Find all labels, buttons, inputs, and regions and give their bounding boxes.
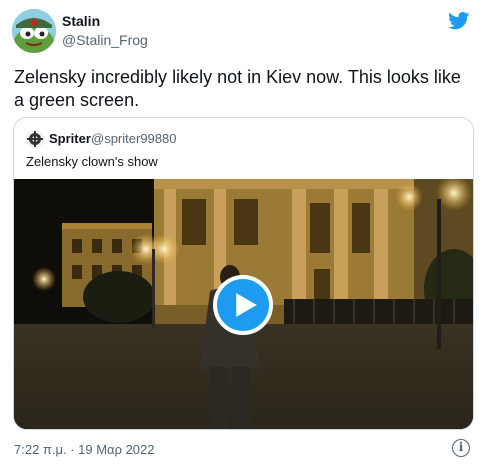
quoted-author-handle[interactable]: @spriter99880 [91,131,176,146]
author-handle[interactable]: @Stalin_Frog [62,32,148,48]
quoted-tweet[interactable]: Spriter @spriter99880 Zelensky clown's s… [13,117,474,430]
tweet-timestamp[interactable]: 7:22 π.μ. · 19 Μαρ 2022 [14,442,155,457]
quoted-avatar[interactable] [26,130,44,148]
author-avatar[interactable] [12,9,56,53]
play-icon [235,293,257,317]
quoted-tweet-text: Zelensky clown's show [26,154,158,169]
play-button[interactable] [213,275,273,335]
frog-avatar-icon [12,9,56,53]
tweet-text: Zelensky incredibly likely not in Kiev n… [14,67,461,110]
tweet-card: Stalin @Stalin_Frog Zelensky incredibly … [0,0,482,465]
twitter-bird-icon[interactable] [448,12,470,30]
quoted-author-name[interactable]: Spriter [49,131,91,146]
info-icon[interactable]: i [452,439,470,457]
spriter-logo-icon [26,130,44,148]
author-name[interactable]: Stalin [62,13,100,29]
video-player[interactable] [14,179,473,429]
